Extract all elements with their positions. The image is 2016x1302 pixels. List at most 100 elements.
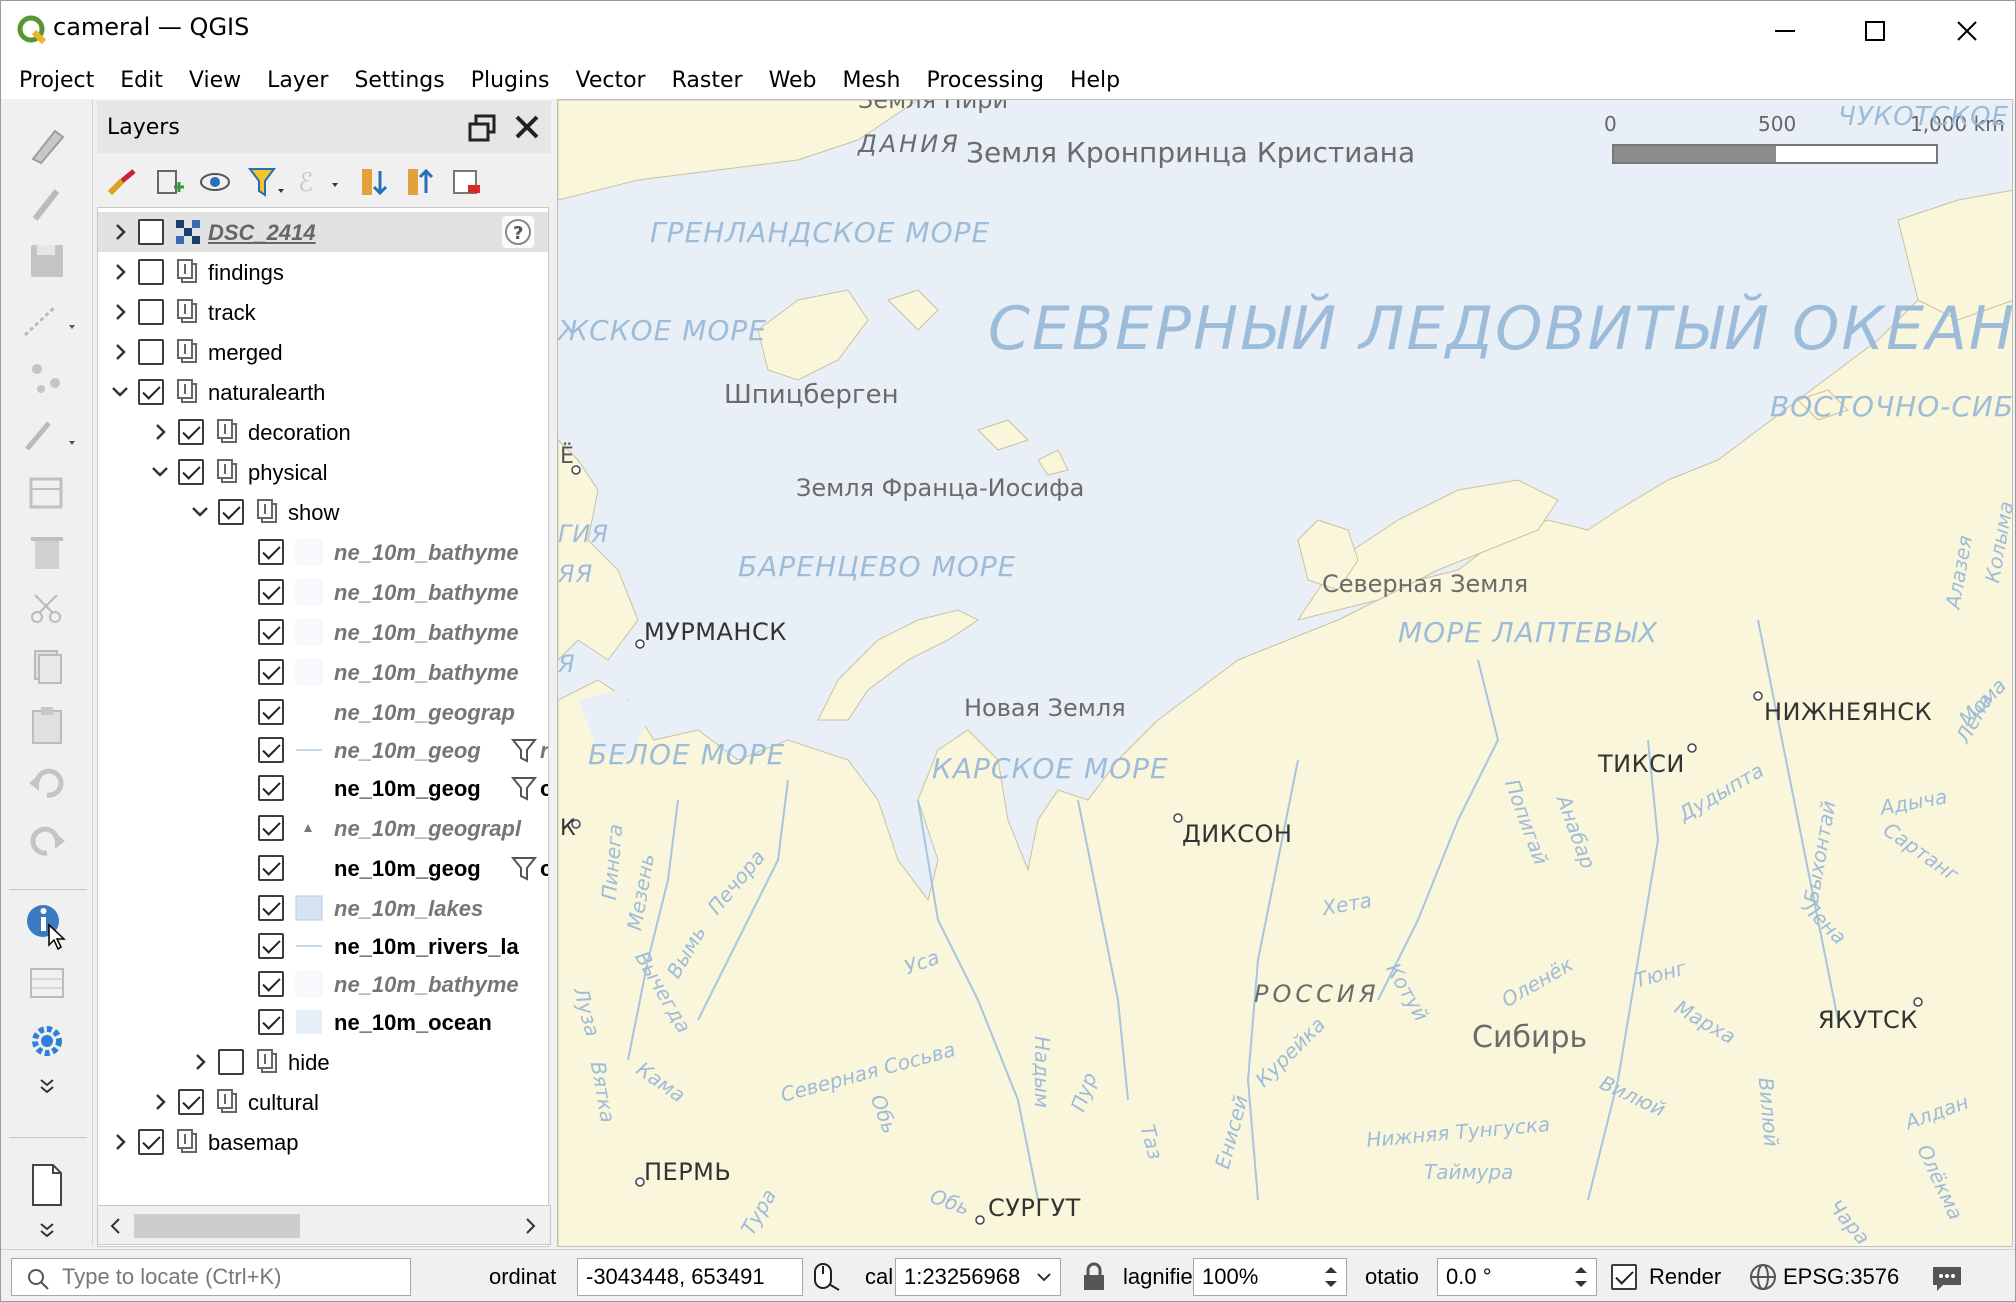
remove-layer-button[interactable] (449, 163, 485, 201)
scroll-left-icon[interactable] (106, 1216, 126, 1236)
chevron-right-icon[interactable] (108, 220, 132, 244)
scrollbar-thumb[interactable] (134, 1214, 300, 1238)
layer-tree-row[interactable]: physical (98, 452, 548, 492)
chevron-down-icon[interactable] (148, 460, 172, 484)
maximize-button[interactable] (1829, 1, 1921, 61)
layer-visibility-checkbox[interactable] (258, 579, 284, 605)
magnifier-spinbox[interactable]: 100% (1193, 1258, 1347, 1296)
map-canvas[interactable]: 0 500 1,000 km Земля Пири ДАНИЯ Земля Кр… (557, 99, 2013, 1247)
layer-tree-row[interactable]: merged (98, 332, 548, 372)
layer-tree-row[interactable]: naturalearth (98, 372, 548, 412)
layer-visibility-checkbox[interactable] (138, 219, 164, 245)
layer-tree-row[interactable]: track (98, 292, 548, 332)
layer-visibility-checkbox[interactable] (258, 539, 284, 565)
layer-visibility-checkbox[interactable] (258, 933, 284, 959)
digitize-line-button[interactable] (19, 293, 75, 345)
toggle-extents-button[interactable] (809, 1258, 845, 1296)
expand-all-button[interactable] (357, 163, 393, 201)
layer-visibility-checkbox[interactable] (258, 815, 284, 841)
layer-visibility-checkbox[interactable] (138, 1129, 164, 1155)
delete-selected-button[interactable] (19, 525, 75, 577)
menu-edit[interactable]: Edit (110, 68, 175, 93)
filter-legend-button[interactable] (243, 163, 289, 201)
chevron-right-icon[interactable] (108, 1130, 132, 1154)
menu-view[interactable]: View (179, 68, 253, 93)
layer-visibility-checkbox[interactable] (218, 499, 244, 525)
layer-visibility-checkbox[interactable] (138, 259, 164, 285)
layer-filter-icon[interactable] (508, 852, 540, 884)
layer-tree-row[interactable]: hide (98, 1042, 548, 1082)
layer-visibility-checkbox[interactable] (258, 1009, 284, 1035)
close-panel-icon[interactable] (511, 111, 543, 143)
layer-tree-row[interactable]: ne_10m_bathyme (98, 652, 548, 692)
layer-visibility-checkbox[interactable] (258, 775, 284, 801)
toggle-editing-button[interactable] (19, 177, 75, 229)
menu-help[interactable]: Help (1060, 68, 1132, 93)
paste-features-button[interactable] (19, 699, 75, 751)
menu-raster[interactable]: Raster (662, 68, 755, 93)
layer-visibility-checkbox[interactable] (258, 855, 284, 881)
spinbox-arrows-icon[interactable] (1318, 1261, 1344, 1293)
layer-tree-row[interactable]: ne_10m_bathyme (98, 532, 548, 572)
layer-visibility-checkbox[interactable] (218, 1049, 244, 1075)
layer-visibility-checkbox[interactable] (178, 459, 204, 485)
layer-tree-row[interactable]: ne_10m_geograp (98, 692, 548, 732)
layer-visibility-checkbox[interactable] (258, 895, 284, 921)
messages-button[interactable] (1929, 1258, 1969, 1296)
chevron-down-icon[interactable] (108, 380, 132, 404)
add-group-button[interactable] (151, 163, 187, 201)
manage-visibility-button[interactable] (197, 163, 233, 201)
layer-tree-row[interactable]: decoration (98, 412, 548, 452)
cut-features-button[interactable] (19, 583, 75, 635)
menu-layer[interactable]: Layer (257, 68, 340, 93)
scroll-right-icon[interactable] (520, 1216, 540, 1236)
layer-visibility-checkbox[interactable] (258, 699, 284, 725)
copy-features-button[interactable] (19, 641, 75, 693)
layer-visibility-checkbox[interactable] (138, 379, 164, 405)
menu-mesh[interactable]: Mesh (833, 68, 913, 93)
layer-tree-row[interactable]: ne_10m_bathyme (98, 964, 548, 1004)
chevron-right-icon[interactable] (108, 340, 132, 364)
save-edits-button[interactable] (19, 235, 75, 287)
menu-web[interactable]: Web (759, 68, 829, 93)
layer-visibility-checkbox[interactable] (138, 339, 164, 365)
layer-tree-row[interactable]: findings (98, 252, 548, 292)
vertex-tool-button[interactable] (19, 351, 75, 403)
layer-tree-row[interactable]: DSC_2414? (98, 212, 548, 252)
layer-visibility-checkbox[interactable] (258, 971, 284, 997)
layer-tree-row[interactable]: ne_10m_geog ol (98, 848, 548, 888)
render-toggle[interactable]: Render (1611, 1258, 1721, 1296)
chevron-right-icon[interactable] (108, 260, 132, 284)
filter-expression-button[interactable]: ℰ (293, 163, 343, 201)
layer-visibility-checkbox[interactable] (178, 419, 204, 445)
undo-button[interactable] (19, 757, 75, 809)
toolbar-expand-button-2[interactable] (19, 1217, 75, 1243)
locator-input[interactable]: Type to locate (Ctrl+K) (11, 1258, 411, 1296)
layer-tree-horizontal-scrollbar[interactable] (97, 1205, 551, 1245)
identify-features-button[interactable] (19, 899, 75, 951)
layer-tree-row[interactable]: ne_10m_bathyme (98, 612, 548, 652)
menu-processing[interactable]: Processing (916, 68, 1055, 93)
lock-scale-button[interactable] (1081, 1258, 1111, 1296)
chevron-right-icon[interactable] (148, 1090, 172, 1114)
layer-tree-row[interactable]: show (98, 492, 548, 532)
layer-tree-row[interactable]: ne_10m_geograpl (98, 808, 548, 848)
coordinate-field[interactable]: -3043448, 653491 (577, 1258, 803, 1296)
style-panel-button[interactable] (105, 163, 141, 201)
layer-visibility-checkbox[interactable] (258, 737, 284, 763)
settings-button[interactable] (19, 1015, 75, 1067)
layer-tree-row[interactable]: cultural (98, 1082, 548, 1122)
render-checkbox[interactable] (1611, 1264, 1637, 1290)
layer-filter-icon[interactable] (508, 734, 540, 766)
measure-button[interactable] (19, 957, 75, 1009)
advanced-digitize-button[interactable] (19, 409, 75, 461)
layer-visibility-checkbox[interactable] (258, 659, 284, 685)
scale-combobox[interactable]: 1:23256968 (895, 1258, 1061, 1296)
new-project-button[interactable] (19, 1159, 75, 1211)
rotation-spinbox[interactable]: 0.0 ° (1437, 1258, 1597, 1296)
layer-warning-icon[interactable]: ? (502, 216, 534, 248)
layer-tree-row[interactable]: ne_10m_rivers_la (98, 926, 548, 966)
layer-tree-row[interactable]: ne_10m_geog rı (98, 730, 548, 770)
spinbox-arrows-icon[interactable] (1568, 1261, 1594, 1293)
attribute-edit-button[interactable] (19, 467, 75, 519)
